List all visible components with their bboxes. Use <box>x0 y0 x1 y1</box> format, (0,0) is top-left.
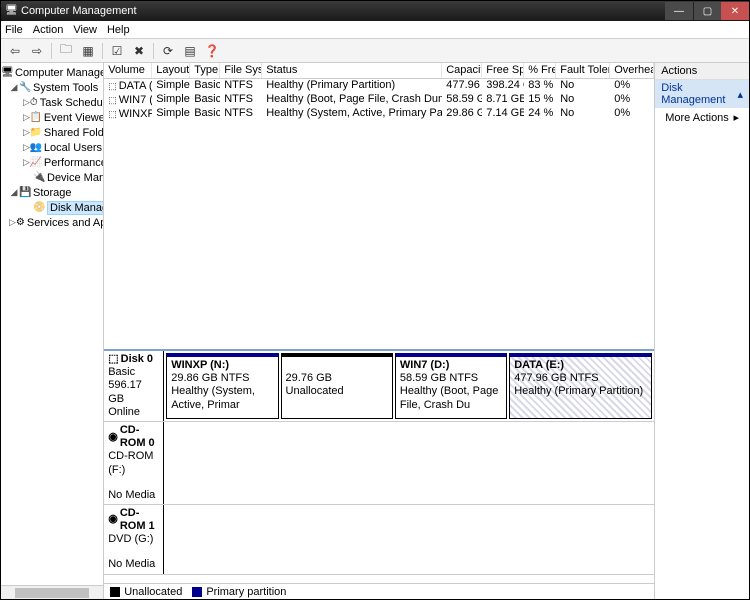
properties-button[interactable]: ☑ <box>107 41 127 61</box>
chevron-right-icon: ▸ <box>733 111 739 124</box>
disk-icon: ⬚ <box>108 353 118 366</box>
disk-row-disk0[interactable]: ⬚Disk 0 Basic 596.17 GB Online WINXP (N:… <box>104 351 654 422</box>
close-button[interactable]: ✕ <box>721 2 749 20</box>
window-title: Computer Management <box>21 5 665 17</box>
col-percent-free[interactable]: % Free <box>524 63 556 78</box>
tree-storage[interactable]: ◢💾Storage <box>1 185 103 200</box>
app-icon: 🖥 <box>5 5 17 17</box>
menu-help[interactable]: Help <box>107 24 130 36</box>
cdrom-icon: ◉ <box>108 513 118 526</box>
col-status[interactable]: Status <box>262 63 442 78</box>
col-filesystem[interactable]: File System <box>220 63 262 78</box>
tree-event-viewer[interactable]: ▷📋Event Viewer <box>1 110 103 125</box>
show-hide-tree-button[interactable]: ▦ <box>78 41 98 61</box>
refresh-button[interactable]: ⟳ <box>158 41 178 61</box>
maximize-button[interactable]: ▢ <box>693 2 721 20</box>
cdrom0-info: ◉CD-ROM 0 CD-ROM (F:)No Media <box>104 422 164 504</box>
disk-row-cdrom0[interactable]: ◉CD-ROM 0 CD-ROM (F:)No Media <box>104 422 654 505</box>
tree-services-apps[interactable]: ▷⚙Services and Applications <box>1 215 103 230</box>
partition-data[interactable]: DATA (E:)477.96 GB NTFSHealthy (Primary … <box>509 353 652 419</box>
partition-winxp[interactable]: WINXP (N:)29.86 GB NTFSHealthy (System, … <box>166 353 278 419</box>
action-more-actions[interactable]: More Actions▸ <box>655 108 749 127</box>
window-titlebar: 🖥 Computer Management — ▢ ✕ <box>1 1 749 21</box>
collapse-icon[interactable]: ▴ <box>737 88 743 101</box>
tree-shared-folders[interactable]: ▷📁Shared Folders <box>1 125 103 140</box>
menu-bar: File Action View Help <box>1 21 749 39</box>
col-fault-tolerance[interactable]: Fault Tolerance <box>556 63 610 78</box>
tree-root[interactable]: 🖥Computer Management (Local <box>1 65 103 80</box>
list-view-button[interactable]: ▤ <box>180 41 200 61</box>
partition-win7[interactable]: WIN7 (D:)58.59 GB NTFSHealthy (Boot, Pag… <box>395 353 507 419</box>
help-button[interactable]: ❓ <box>202 41 222 61</box>
volume-icon: ⬚ <box>108 81 117 92</box>
volume-list-header: Volume Layout Type File System Status Ca… <box>104 63 654 79</box>
col-layout[interactable]: Layout <box>152 63 190 78</box>
minimize-button[interactable]: — <box>665 2 693 20</box>
legend: Unallocated Primary partition <box>104 583 654 599</box>
disk0-info: ⬚Disk 0 Basic 596.17 GB Online <box>104 351 164 421</box>
volume-row[interactable]: ⬚WIN7 (D:)SimpleBasicNTFSHealthy (Boot, … <box>104 93 654 107</box>
col-volume[interactable]: Volume <box>104 63 152 78</box>
tree-task-scheduler[interactable]: ▷⏱Task Scheduler <box>1 95 103 110</box>
volume-list: ⬚DATA (E:)SimpleBasicNTFSHealthy (Primar… <box>104 79 654 349</box>
menu-file[interactable]: File <box>5 24 23 36</box>
cdrom-icon: ◉ <box>108 431 118 444</box>
volume-icon: ⬚ <box>108 95 117 106</box>
col-overhead[interactable]: Overhead <box>610 63 654 78</box>
up-button[interactable]: 🗀 <box>56 41 76 61</box>
col-capacity[interactable]: Capacity <box>442 63 482 78</box>
col-freespace[interactable]: Free Space <box>482 63 524 78</box>
menu-action[interactable]: Action <box>33 24 64 36</box>
legend-swatch-primary <box>192 587 202 597</box>
volume-row[interactable]: ⬚DATA (E:)SimpleBasicNTFSHealthy (Primar… <box>104 79 654 93</box>
actions-header: Actions <box>655 63 749 80</box>
tree-performance[interactable]: ▷📈Performance <box>1 155 103 170</box>
cdrom1-info: ◉CD-ROM 1 DVD (G:)No Media <box>104 505 164 574</box>
volume-icon: ⬚ <box>108 109 117 120</box>
toolbar: ⇦ ⇨ 🗀 ▦ ☑ ✖ ⟳ ▤ ❓ <box>1 39 749 63</box>
navigation-tree: 🖥Computer Management (Local ◢🔧System Too… <box>1 63 104 599</box>
menu-view[interactable]: View <box>73 24 97 36</box>
disk-graphical-view: ⬚Disk 0 Basic 596.17 GB Online WINXP (N:… <box>104 349 654 583</box>
tree-local-users[interactable]: ▷👥Local Users and Groups <box>1 140 103 155</box>
actions-group-title: Disk Management▴ <box>655 80 749 108</box>
col-type[interactable]: Type <box>190 63 220 78</box>
actions-pane: Actions Disk Management▴ More Actions▸ <box>655 63 749 599</box>
tree-system-tools[interactable]: ◢🔧System Tools <box>1 80 103 95</box>
partition-unallocated[interactable]: 29.76 GBUnallocated <box>281 353 393 419</box>
volume-row[interactable]: ⬚WINXP (N:)SimpleBasicNTFSHealthy (Syste… <box>104 107 654 121</box>
disk-row-cdrom1[interactable]: ◉CD-ROM 1 DVD (G:)No Media <box>104 505 654 575</box>
legend-swatch-unallocated <box>110 587 120 597</box>
tree-device-manager[interactable]: 🔌Device Manager <box>1 170 103 185</box>
tree-disk-management[interactable]: 📀Disk Management <box>1 200 103 215</box>
delete-button[interactable]: ✖ <box>129 41 149 61</box>
tree-scrollbar[interactable] <box>1 585 103 599</box>
forward-button[interactable]: ⇨ <box>27 41 47 61</box>
back-button[interactable]: ⇦ <box>5 41 25 61</box>
